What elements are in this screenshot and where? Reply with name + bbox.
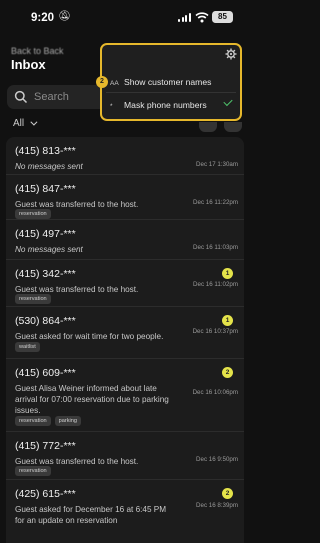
action-button[interactable] — [224, 122, 242, 132]
tag-chip: reservation — [15, 294, 51, 304]
conversation-message: No messages sent — [15, 245, 83, 254]
conversation-phone: (415) 847-*** — [15, 183, 76, 195]
tag-list: reservation — [15, 466, 51, 476]
conversation-row[interactable]: (415) 847-*** Guest was transferred to th… — [6, 175, 244, 220]
chevron-down-icon — [30, 118, 38, 126]
tag-list: waitlist — [15, 342, 40, 352]
search-icon — [14, 90, 28, 104]
conversation-message: Guest asked for wait time for two people… — [15, 332, 164, 341]
conversation-phone: (415) 497-*** — [15, 228, 76, 240]
conversation-phone: (415) 813-*** — [15, 145, 76, 157]
status-bar: 9:20 🔕︎ 85 — [0, 0, 250, 36]
text-size-icon: AA — [110, 80, 119, 87]
conversation-row[interactable]: (415) 342-*** Guest was transferred to th… — [6, 260, 244, 307]
conversation-message: No messages sent — [15, 162, 83, 171]
bell-muted-icon: 🔕︎ — [58, 11, 71, 22]
conversation-row[interactable]: (530) 864-*** Guest asked for wait time f… — [6, 307, 244, 359]
conversation-message: Guest Alisa Weiner informed about late a… — [15, 384, 169, 415]
conversation-row[interactable]: (415) 497-*** No messages sent Dec 16 11:0… — [6, 220, 244, 260]
back-link[interactable]: Back to Back — [11, 46, 64, 56]
conversation-message: Guest asked for December 16 at 6:45 PM f… — [15, 505, 167, 525]
option-label: Show customer names — [124, 77, 212, 87]
status-time: 9:20 — [31, 12, 55, 24]
tag-chip: reservation — [15, 466, 51, 476]
conversation-row[interactable]: (425) 615-*** Guest asked for December 16… — [6, 480, 244, 543]
tag-chip: reservation — [15, 209, 51, 219]
unread-badge: 2 — [222, 367, 233, 378]
option-label: Mask phone numbers — [124, 100, 207, 110]
tag-chip: waitlist — [15, 342, 40, 352]
conversation-timestamp: Dec 16 10:37pm — [192, 328, 238, 335]
divider — [106, 92, 236, 93]
unread-badge: 1 — [222, 268, 233, 279]
conversation-phone: (415) 609-*** — [15, 367, 76, 379]
conversation-timestamp: Dec 16 9:50pm — [196, 456, 238, 463]
conversation-timestamp: Dec 17 1:30am — [196, 161, 238, 168]
tag-list: reservation — [15, 209, 51, 219]
conversation-phone: (415) 772-*** — [15, 440, 76, 452]
conversation-phone: (530) 864-*** — [15, 315, 76, 327]
asterisk-icon: * — [110, 103, 113, 110]
conversation-row[interactable]: (415) 609-*** Guest Alisa Weiner informed… — [6, 359, 244, 432]
step-marker: 2 — [96, 76, 108, 88]
conversation-timestamp: Dec 16 11:02pm — [193, 281, 238, 288]
settings-popup: AA Show customer names * Mask phone number… — [100, 43, 242, 121]
filter-label: All — [13, 118, 25, 129]
signal-icon — [178, 13, 192, 22]
tag-chip: reservation — [15, 416, 51, 426]
conversation-phone: (425) 615-*** — [15, 488, 76, 500]
gear-icon[interactable] — [225, 48, 237, 60]
tag-chip: parking — [54, 416, 82, 426]
conversation-row[interactable]: (415) 813-*** No messages sent Dec 17 1:30… — [6, 137, 244, 175]
conversation-timestamp: Dec 16 11:22pm — [193, 199, 238, 206]
show-customer-names-option[interactable]: AA Show customer names — [110, 77, 211, 87]
mask-phone-numbers-option[interactable]: * Mask phone numbers — [110, 100, 207, 110]
unread-badge: 2 — [222, 488, 233, 499]
conversation-timestamp: Dec 16 8:39pm — [196, 502, 238, 509]
conversation-timestamp: Dec 16 11:03pm — [193, 244, 238, 251]
search-placeholder: Search — [34, 91, 69, 103]
wifi-icon — [195, 12, 209, 23]
filter-dropdown[interactable]: All — [13, 118, 38, 129]
unread-badge: 1 — [222, 315, 233, 326]
conversation-row[interactable]: (415) 772-*** Guest was transferred to th… — [6, 432, 244, 480]
page-title: Inbox — [11, 57, 46, 72]
action-button[interactable] — [199, 122, 217, 132]
tag-list: reservation — [15, 294, 51, 304]
checkmark-icon — [223, 96, 233, 107]
battery-icon: 85 — [212, 11, 233, 23]
conversation-timestamp: Dec 16 10:06pm — [192, 389, 238, 396]
tag-list: reservation parking — [15, 416, 82, 426]
conversation-list[interactable]: (415) 813-*** No messages sent Dec 17 1:30… — [6, 137, 244, 543]
conversation-phone: (415) 342-*** — [15, 268, 76, 280]
